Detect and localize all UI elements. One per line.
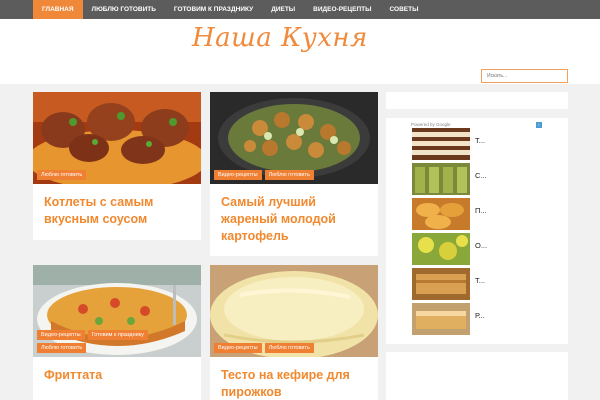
post-thumbnail[interactable]: Видео-рецепты Люблю готовить <box>210 92 378 184</box>
ad-thumbnail <box>412 268 470 300</box>
post-card: Видео-рецепты Готовим к празднику Люблю … <box>33 265 201 400</box>
main-nav: ГЛАВНАЯ ЛЮБЛЮ ГОТОВИТЬ ГОТОВИМ К ПРАЗДНИ… <box>0 0 600 19</box>
tag-link[interactable]: Люблю готовить <box>37 343 87 353</box>
post-title[interactable]: Самый лучший жареный молодой картофель <box>221 194 371 245</box>
ad-text: П... <box>475 206 487 215</box>
post-title[interactable]: Котлеты с самым вкусным соусом <box>44 194 194 228</box>
ad-thumbnail <box>412 128 470 160</box>
post-title[interactable]: Фриттата <box>44 367 194 384</box>
post-tags: Видео-рецепты Готовим к празднику Люблю … <box>37 330 177 353</box>
ad-item[interactable]: Т... <box>412 268 552 300</box>
post-thumbnail[interactable]: Видео-рецепты Люблю готовить <box>210 265 378 357</box>
nav-item-holiday[interactable]: ГОТОВИМ К ПРАЗДНИКУ <box>165 0 262 19</box>
nav-item-home[interactable]: ГЛАВНАЯ <box>33 0 83 19</box>
ad-text: Р... <box>475 311 485 320</box>
ad-provider-label: Powered by Google <box>411 122 451 127</box>
ad-thumbnail <box>412 163 470 195</box>
search-input[interactable] <box>481 69 568 83</box>
tag-link[interactable]: Видео-рецепты <box>214 170 262 180</box>
tag-link[interactable]: Видео-рецепты <box>214 343 262 353</box>
post-thumbnail[interactable]: Люблю готовить <box>33 92 201 184</box>
tag-link[interactable]: Люблю готовить <box>264 170 314 180</box>
sidebar-widget <box>386 92 568 109</box>
nav-item-tips[interactable]: СОВЕТЫ <box>381 0 428 19</box>
sidebar-widget <box>386 352 568 400</box>
nav-item-video-recipes[interactable]: ВИДЕО-РЕЦЕПТЫ <box>304 0 380 19</box>
ad-item[interactable]: О... <box>412 233 552 265</box>
ad-item[interactable]: Р... <box>412 303 552 335</box>
ad-item[interactable]: С... <box>412 163 552 195</box>
ad-text: Т... <box>475 136 486 145</box>
site-header: Наша Кухня <box>0 19 600 84</box>
ad-text: О... <box>475 241 488 250</box>
post-title[interactable]: Тесто на кефире для пирожков <box>221 367 371 400</box>
post-thumbnail[interactable]: Видео-рецепты Готовим к празднику Люблю … <box>33 265 201 357</box>
ad-item[interactable]: П... <box>412 198 552 230</box>
post-tags: Видео-рецепты Люблю готовить <box>214 343 314 353</box>
post-tags: Видео-рецепты Люблю готовить <box>214 170 314 180</box>
post-card: Люблю готовить Котлеты с самым вкусным с… <box>33 92 201 240</box>
ad-text: Т... <box>475 276 486 285</box>
ad-thumbnail <box>412 233 470 265</box>
nav-item-diets[interactable]: ДИЕТЫ <box>262 0 304 19</box>
tag-link[interactable]: Люблю готовить <box>37 170 87 180</box>
ad-widget: Powered by Google i Т... С... П... О... … <box>386 118 568 344</box>
ad-thumbnail <box>412 198 470 230</box>
post-card: Видео-рецепты Люблю готовить Самый лучши… <box>210 92 378 256</box>
ad-thumbnail <box>412 303 470 335</box>
tag-link[interactable]: Готовим к празднику <box>87 330 148 340</box>
tag-link[interactable]: Видео-рецепты <box>37 330 85 340</box>
tag-link[interactable]: Люблю готовить <box>264 343 314 353</box>
ad-text: С... <box>475 171 487 180</box>
post-card: Видео-рецепты Люблю готовить Тесто на ке… <box>210 265 378 400</box>
post-tags: Люблю готовить <box>37 170 87 180</box>
ad-item[interactable]: Т... <box>412 128 552 160</box>
site-logo[interactable]: Наша Кухня <box>192 23 368 53</box>
nav-item-love-cooking[interactable]: ЛЮБЛЮ ГОТОВИТЬ <box>83 0 165 19</box>
